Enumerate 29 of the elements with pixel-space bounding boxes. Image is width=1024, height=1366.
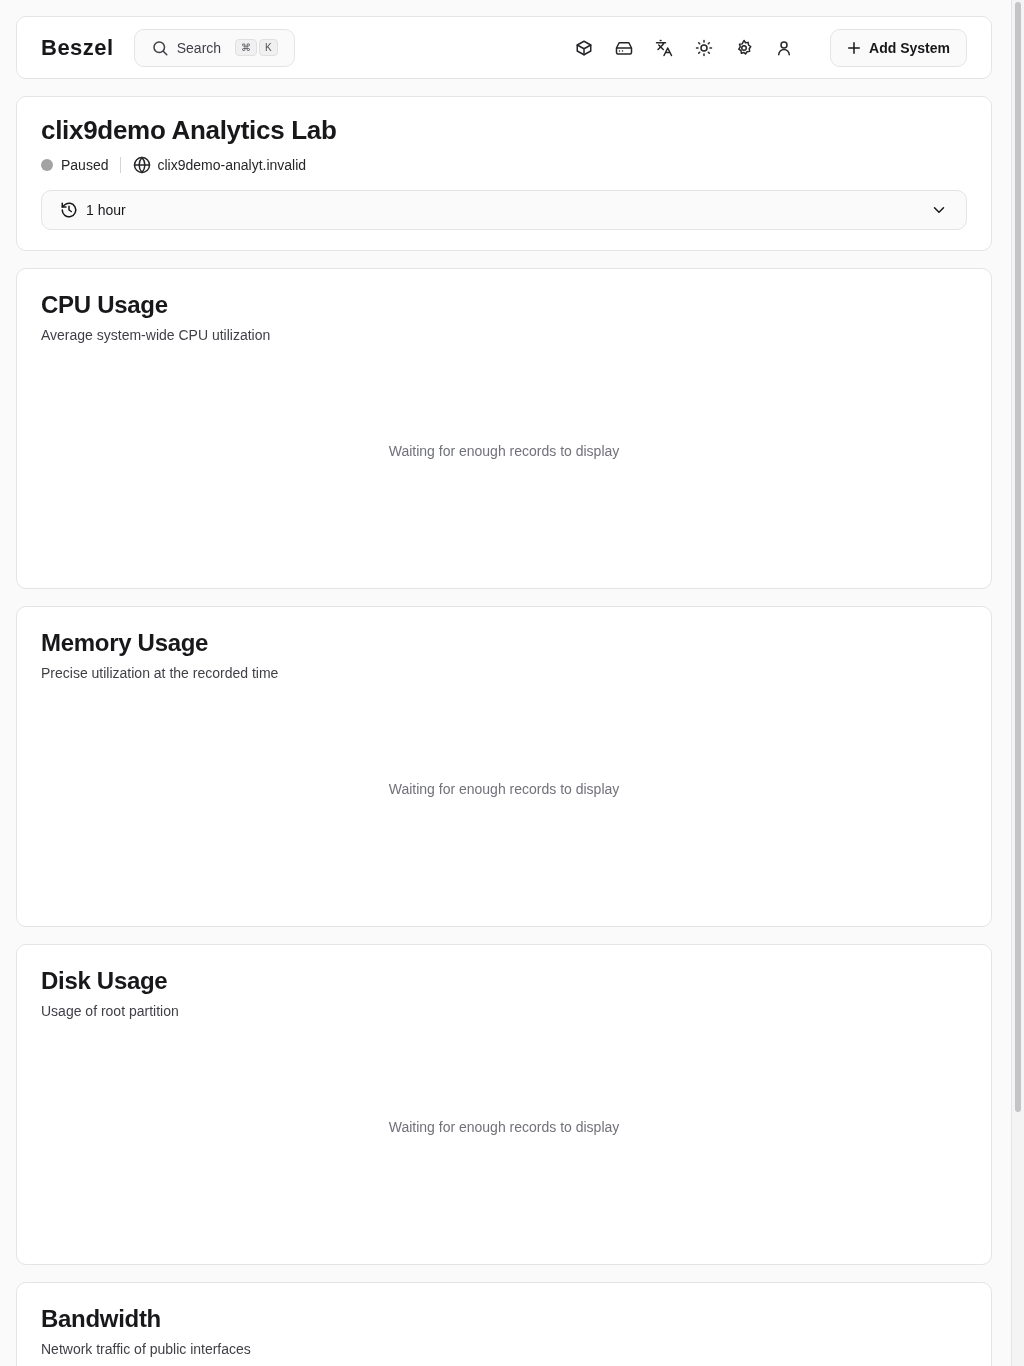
scrollbar[interactable]: [1011, 0, 1024, 1366]
search-icon: [150, 38, 169, 57]
chart-title: CPU Usage: [41, 291, 169, 319]
chart-subtitle: Network traffic of public interfaces: [41, 1341, 252, 1357]
box-icon: [575, 38, 594, 57]
shortcut-key: K: [259, 39, 278, 56]
time-range-select[interactable]: 1 hour: [41, 190, 967, 230]
system-name: clix9demo Analytics Lab: [41, 115, 338, 146]
search-button[interactable]: Search ⌘ K: [133, 28, 295, 67]
chart-subtitle: Usage of root partition: [41, 1003, 180, 1019]
scroll-thumb[interactable]: [1015, 2, 1021, 1112]
history-icon: [60, 201, 78, 219]
globe-icon: [133, 156, 152, 174]
chart-subtitle: Average system-wide CPU utilization: [41, 327, 272, 343]
empty-message: Waiting for enough records to display: [388, 442, 620, 459]
chart-subtitle: Precise utilization at the recorded time: [41, 665, 280, 681]
empty-message: Waiting for enough records to display: [388, 780, 620, 797]
logo[interactable]: Beszel: [41, 34, 114, 61]
shortcut-key: ⌘: [235, 39, 258, 56]
chart-title: Bandwidth: [41, 1305, 162, 1333]
translate-icon: [655, 38, 674, 57]
sun-icon: [695, 38, 714, 57]
host-address: clix9demo-analyt.invalid: [157, 157, 307, 173]
chart-title: Memory Usage: [41, 629, 210, 657]
add-system-button[interactable]: Add System: [830, 28, 967, 67]
chart-title: Disk Usage: [41, 967, 169, 995]
settings-icon: [735, 38, 754, 57]
status-label: Paused: [61, 157, 109, 173]
empty-message: Waiting for enough records to display: [388, 1118, 620, 1135]
